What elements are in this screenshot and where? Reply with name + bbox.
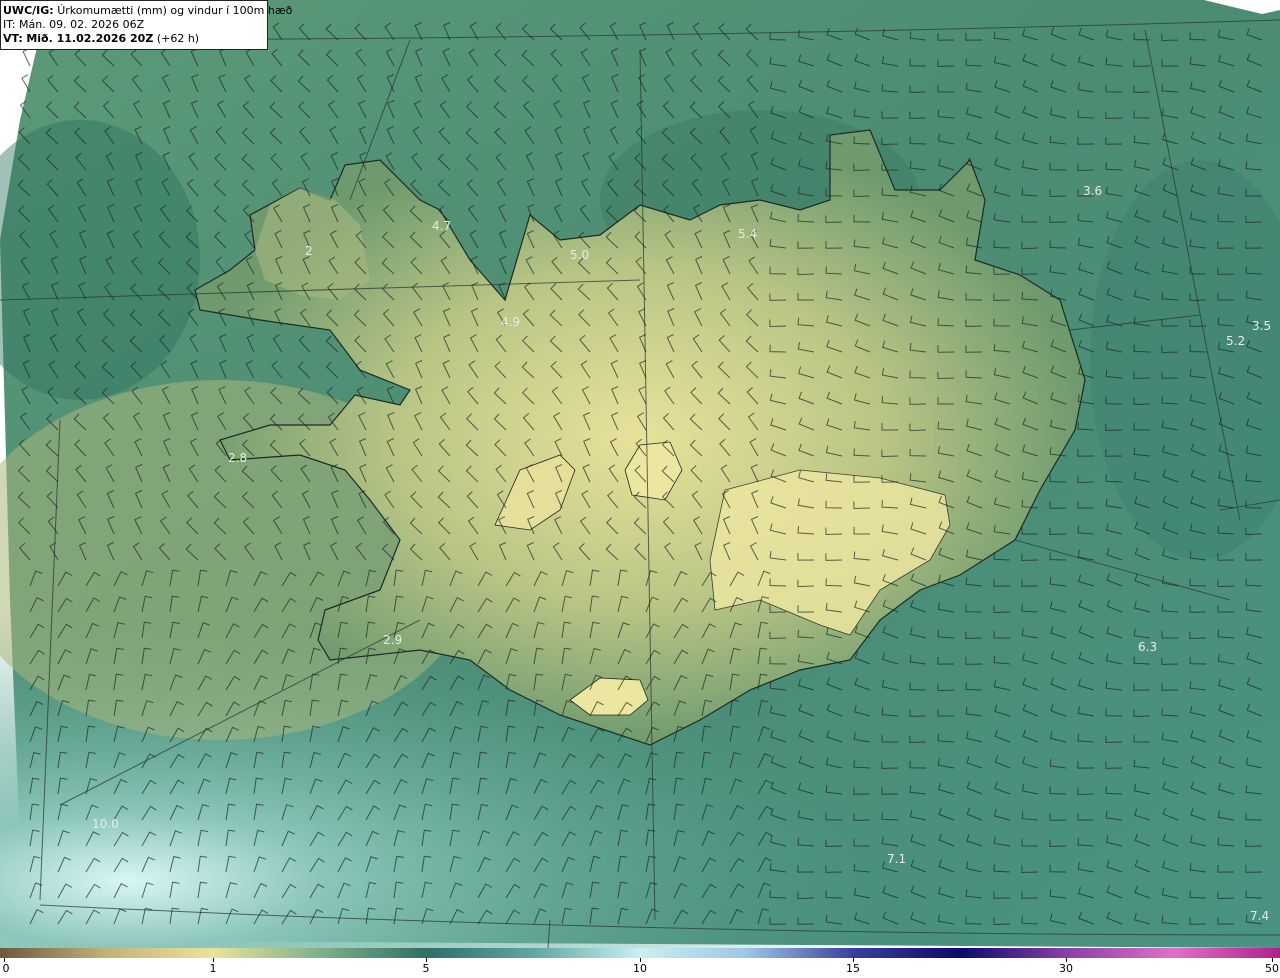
value-label: 4.7 [432,219,451,233]
colorbar [0,948,1280,958]
value-label: 2.8 [228,451,247,465]
value-label: 6.3 [1138,640,1157,654]
lead-time: (+62 h) [156,32,200,45]
value-label: 7.4 [1250,909,1269,923]
value-label: 10.0 [92,817,119,831]
colorbar-tick-label: 50 [1265,962,1279,975]
colorbar-tick-label: 15 [846,962,860,975]
value-label: 4.9 [501,315,520,329]
colorbar-tick-label: 30 [1059,962,1073,975]
valid-time-row: VT: Mið. 11.02.2026 20Z (+62 h) [3,32,267,46]
model-title-row: UWC/IG: Úrkomumætti (mm) og vindur í 100… [3,4,292,18]
value-label: 5.4 [738,227,757,241]
value-label: 5.2 [1226,334,1245,348]
model-name: UWC/IG: [3,4,54,17]
field-description: Úrkomumætti (mm) og vindur í 100m hæð [57,4,293,17]
value-label: 3.5 [1252,319,1271,333]
colorbar-tick-label: 10 [633,962,647,975]
valid-time: Mið. 11.02.2026 20Z [26,32,154,45]
value-label: 3.6 [1083,184,1102,198]
colorbar-tick-label: 1 [209,962,217,975]
value-label: 2 [305,244,313,258]
colorbar-ticks: 0 1 5 10 15 30 50 [0,958,1280,978]
forecast-info-box: UWC/IG: Úrkomumætti (mm) og vindur í 100… [0,0,292,50]
wind-barb [22,48,31,67]
valid-time-prefix: VT: [3,32,23,45]
colorbar-tick-label: 5 [422,962,430,975]
initial-time: IT: Mán. 09. 02. 2026 06Z [3,18,145,31]
value-label: 2.9 [383,633,402,647]
forecast-map: 4.7 5.0 5.4 3.6 4.9 2 3.5 5.2 2.8 2.9 6.… [0,0,1280,948]
value-label: 5.0 [570,248,589,262]
colorbar-tick-label: 0 [2,962,10,975]
value-label: 7.1 [887,852,906,866]
